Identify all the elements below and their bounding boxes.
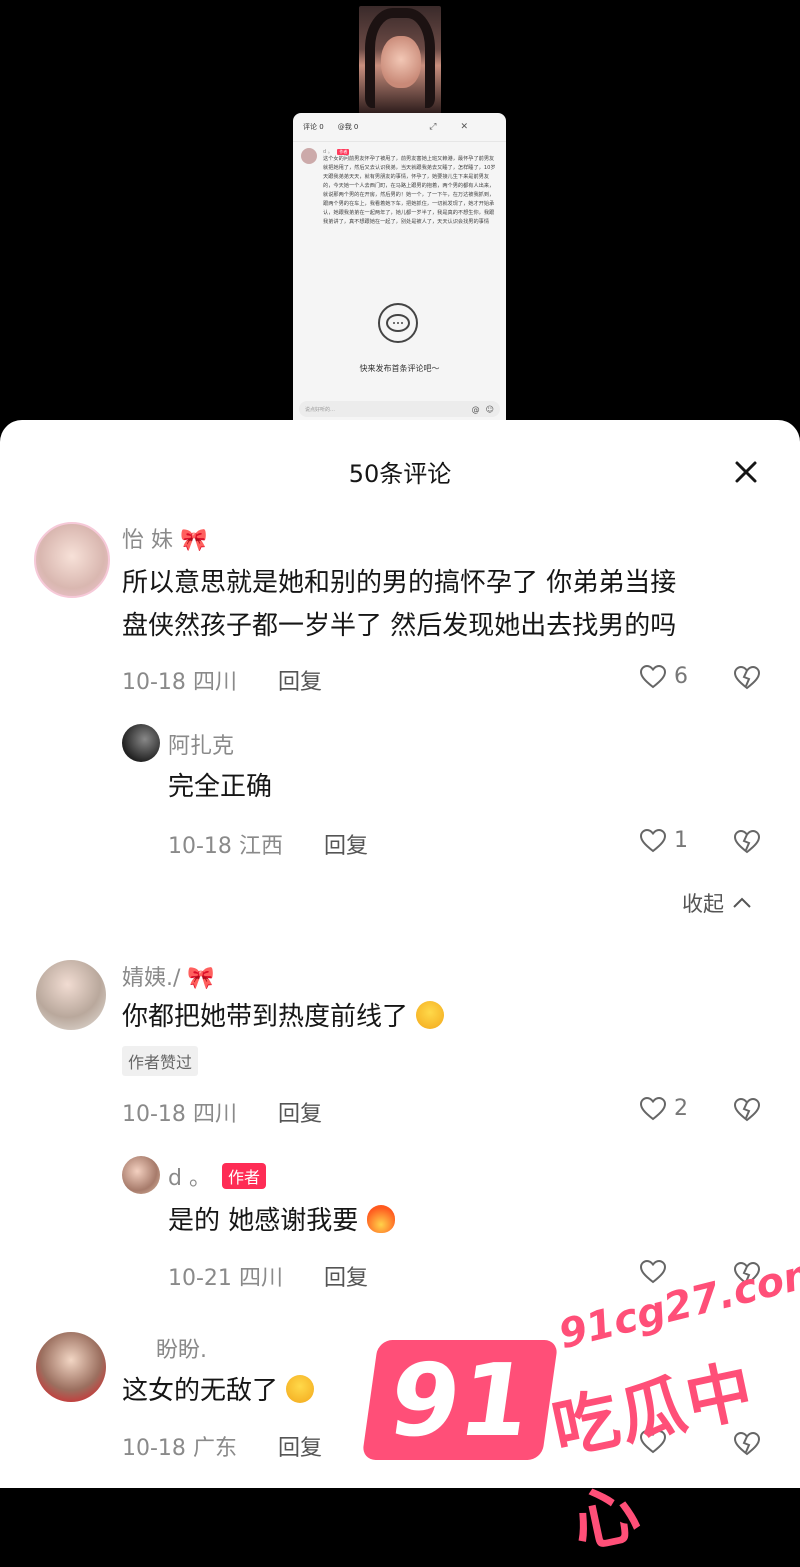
embedded-input-placeholder: 说点好听的… xyxy=(305,406,336,413)
reply-button[interactable]: 回复 xyxy=(324,828,368,860)
like-button[interactable]: 6 xyxy=(640,664,688,689)
collapse-label: 收起 xyxy=(682,892,724,916)
comment-region: 江西 xyxy=(238,834,283,859)
comment-text: 所以意思就是她和别的男的搞怀孕了 你弟弟当接 盘侠然孩子都一岁半了 然后发现她出… xyxy=(122,568,677,641)
video-thumbnail[interactable] xyxy=(359,6,441,114)
reply-button[interactable]: 回复 xyxy=(278,664,322,696)
emoji-icon[interactable]: ☺ xyxy=(486,405,494,414)
heart-icon xyxy=(640,664,666,688)
reply-button[interactable]: 回复 xyxy=(324,1260,368,1292)
dislike-icon[interactable] xyxy=(734,829,760,855)
embedded-post: d 。 作者 这个女的问前男友怀孕了被甩了，前男友害她上班又赖港，最怀孕了前男友… xyxy=(293,142,506,233)
comment-date: 10-21 xyxy=(168,1266,232,1291)
chevron-up-icon xyxy=(733,897,751,908)
embedded-post-text: 这个女的问前男友怀孕了被甩了，前男友害她上班又赖港，最怀孕了前男友就把她甩了，然… xyxy=(323,156,496,225)
comment-username[interactable]: 盼盼. xyxy=(156,1332,207,1364)
heart-icon[interactable] xyxy=(640,1260,666,1284)
heart-icon xyxy=(640,828,666,852)
comment-region: 广东 xyxy=(192,1436,237,1461)
comment-region: 四川 xyxy=(192,1102,237,1127)
comment-username[interactable]: 婧姨./ xyxy=(122,966,180,991)
laughing-emoji-icon xyxy=(416,1000,445,1029)
close-icon[interactable] xyxy=(730,456,762,488)
like-count: 6 xyxy=(674,664,688,689)
avatar[interactable] xyxy=(34,522,110,598)
embedded-tab-mentions[interactable]: @我 0 xyxy=(338,122,359,132)
like-button[interactable]: 2 xyxy=(640,1096,688,1121)
embedded-comment-input[interactable]: 说点好听的… @ ☺ xyxy=(299,401,500,417)
comment-meta: 10-18 广东 xyxy=(122,1430,237,1462)
comments-count-title: 50条评论 xyxy=(348,460,452,488)
author-tag: 作者 xyxy=(222,1163,267,1189)
comment-text: 你都把她带到热度前线了 xyxy=(122,996,445,1039)
empty-comments-text: 快来发布首条评论吧～ xyxy=(359,364,440,373)
like-count: 2 xyxy=(674,1096,688,1121)
reply-button[interactable]: 回复 xyxy=(278,1096,322,1128)
comment-text: 完全正确 xyxy=(168,772,273,802)
avatar xyxy=(301,148,317,164)
comment-meta: 10-18 四川 xyxy=(122,1096,237,1128)
comment-username[interactable]: 怡 妹 xyxy=(122,528,173,553)
comment-text: 这女的无敌了 xyxy=(122,1370,315,1413)
bow-icon: 🎀 xyxy=(187,966,215,991)
bow-icon: 🎀 xyxy=(180,528,208,553)
collapse-replies-button[interactable]: 收起 xyxy=(682,888,752,918)
comment-date: 10-18 xyxy=(122,1102,186,1127)
comment-region: 四川 xyxy=(238,1266,283,1291)
watermark-logo: 91 xyxy=(361,1340,559,1460)
comment-meta: 10-18 四川 xyxy=(122,664,237,696)
fire-emoji-icon xyxy=(366,1204,395,1233)
embedded-tabs: 评论 0 @我 0 ⤢ ✕ xyxy=(293,113,506,142)
comment-username[interactable]: 阿扎克 xyxy=(168,728,234,760)
avatar[interactable] xyxy=(36,1332,106,1402)
dislike-icon[interactable] xyxy=(734,1097,760,1123)
author-liked-badge: 作者赞过 xyxy=(122,1046,199,1076)
avatar[interactable] xyxy=(36,960,106,1030)
comment-meta: 10-18 江西 xyxy=(168,828,283,860)
embedded-tab-comments[interactable]: 评论 0 xyxy=(303,122,324,132)
avatar[interactable] xyxy=(122,1156,160,1194)
expand-icon[interactable]: ⤢ xyxy=(429,122,436,132)
video-person-face xyxy=(381,36,421,88)
close-icon[interactable]: ✕ xyxy=(460,122,468,132)
like-count: 1 xyxy=(674,828,688,853)
comment-date: 10-18 xyxy=(122,1436,186,1461)
comment-text: 是的 她感谢我要 xyxy=(168,1200,395,1243)
heart-icon xyxy=(640,1096,666,1120)
video-background: 评论 0 @我 0 ⤢ ✕ d 。 作者 这个女的问前男友怀孕了被甩了，前男友害… xyxy=(0,0,800,440)
avatar[interactable] xyxy=(122,724,160,762)
comment-username[interactable]: d 。 xyxy=(168,1160,211,1192)
reply-button[interactable]: 回复 xyxy=(278,1430,322,1462)
comment-meta: 10-21 四川 xyxy=(168,1260,283,1292)
at-icon[interactable]: @ xyxy=(472,405,480,414)
crying-emoji-icon xyxy=(286,1374,315,1403)
comment-bubble-icon xyxy=(378,303,418,343)
comment-date: 10-18 xyxy=(168,834,232,859)
comment-date: 10-18 xyxy=(122,670,186,695)
comment-region: 四川 xyxy=(192,670,237,695)
dislike-icon[interactable] xyxy=(734,665,760,691)
like-button[interactable]: 1 xyxy=(640,828,688,853)
embedded-comment-panel: 评论 0 @我 0 ⤢ ✕ d 。 作者 这个女的问前男友怀孕了被甩了，前男友害… xyxy=(293,113,506,423)
